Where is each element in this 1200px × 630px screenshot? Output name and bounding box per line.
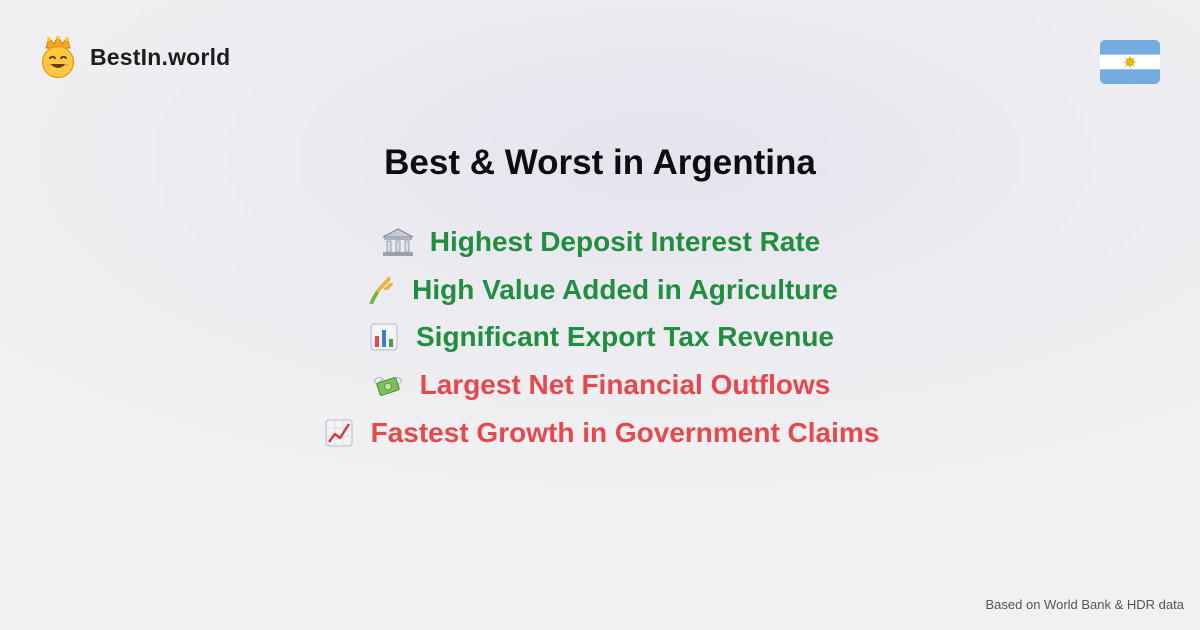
list-item[interactable]: Highest Deposit Interest Rate [380,218,821,266]
crowned-smiley-icon [41,36,75,78]
page-title: Best & Worst in Argentina [384,143,816,182]
argentina-flag-icon [1100,40,1160,84]
list-item[interactable]: High Value Added in Agriculture [362,266,838,314]
list-item[interactable]: Significant Export Tax Revenue [366,313,834,361]
list-item[interactable]: Fastest Growth in Government Claims [321,409,880,457]
bar-chart-icon [370,323,398,351]
chart-increasing-icon [325,419,353,447]
bank-icon [382,228,413,256]
item-label: High Value Added in Agriculture [412,273,838,305]
money-with-wings-icon [373,376,403,396]
sheaf-of-rice-icon [369,276,394,304]
data-source-note: Based on World Bank & HDR data [985,597,1184,612]
item-label: Highest Deposit Interest Rate [429,225,821,257]
item-label: Significant Export Tax Revenue [415,321,835,353]
brand-name: BestIn.world [90,43,231,70]
item-label: Largest Net Financial Outflows [419,368,831,400]
ranking-list: Highest Deposit Interest Rate High Value… [0,218,1200,456]
item-label: Fastest Growth in Government Claims [370,416,880,448]
list-item[interactable]: Largest Net Financial Outflows [370,361,831,409]
brand[interactable]: BestIn.world [38,36,230,78]
